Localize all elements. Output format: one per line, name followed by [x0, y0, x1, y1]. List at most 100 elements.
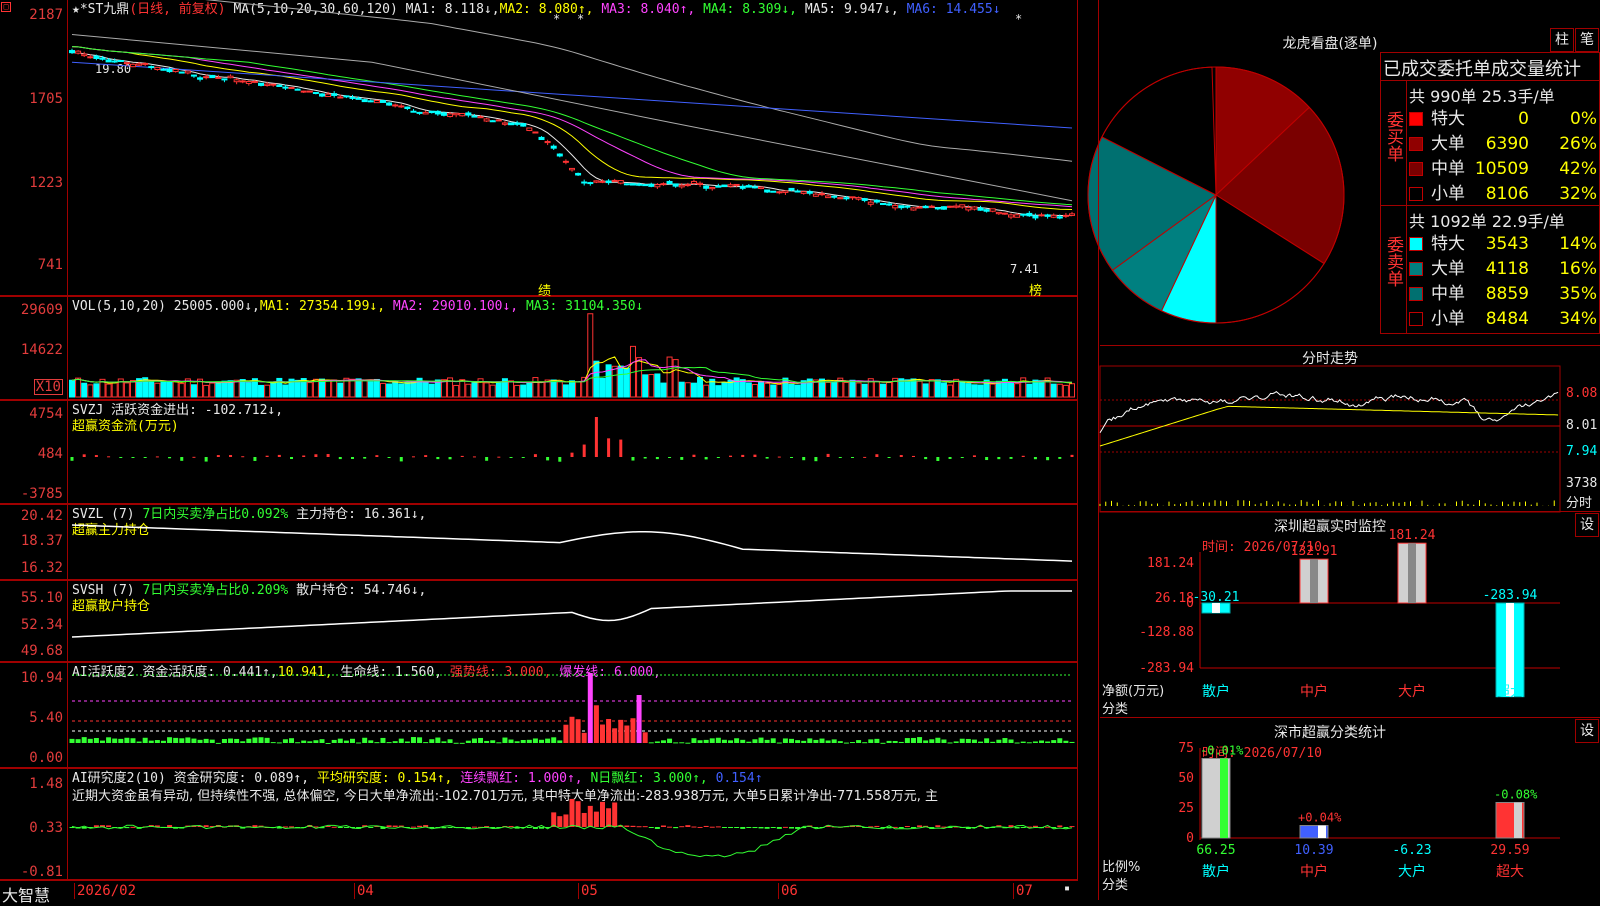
activity-bar: [587, 673, 593, 743]
activity-bar: [1002, 738, 1008, 743]
fund-flow-bar: [777, 456, 781, 458]
ai-activity-panel[interactable]: 10.94 5.40 0.00 AI活跃度2 资金活跃度: 0.441↑,10.…: [0, 662, 1078, 768]
activity-bar: [289, 738, 295, 743]
activity-bar: [209, 739, 215, 743]
candle-body: [178, 71, 185, 74]
lock-icon[interactable]: ▪: [1064, 883, 1070, 894]
fund-flow-bar: [94, 455, 98, 457]
svzl-chart[interactable]: [0, 505, 1078, 581]
activity-bar: [996, 739, 1002, 743]
volume-bar: [758, 380, 765, 398]
x-axis-bar[interactable]: 大智慧 2026/02 04 05 06 07 ▪: [0, 880, 1078, 905]
activity-bar: [953, 741, 959, 743]
research-bar: [709, 826, 715, 828]
activity-bar: [606, 718, 612, 743]
sc-bar-chart[interactable]: 75 50 25 0 -0.01% 66.25 散户 +0.04% 10.39 中户 -6.23 大户…: [1100, 718, 1600, 900]
row-name: 中单: [1431, 159, 1465, 179]
row-name: 特大: [1431, 234, 1465, 254]
lhb-stats-table: 已成交委托单成交量统计 委买单 共 990单 25.3手/单 特大 0 0% 大…: [1380, 52, 1600, 334]
volume-bar: [190, 384, 197, 398]
activity-bar: [801, 740, 807, 743]
fund-flow-bar: [570, 452, 574, 457]
sc-value-label: -6.23: [1392, 843, 1431, 858]
volume-bar: [1050, 383, 1057, 398]
activity-bar: [593, 705, 599, 743]
activity-bar: [703, 739, 709, 743]
x-label: 04: [354, 883, 374, 899]
research-bar: [746, 827, 752, 828]
candle-body: [1062, 214, 1069, 217]
ai-activity-chart[interactable]: [0, 663, 1078, 769]
sc-stats-panel[interactable]: 深市超赢分类统计 设 时间: 2026/07/10 比例% 分类 75 50 25 0…: [1100, 718, 1600, 900]
sz-value-label: 132.91: [1291, 544, 1338, 559]
fund-flow-bar: [143, 457, 147, 458]
svsh-chart[interactable]: [0, 581, 1078, 663]
row-vol: 6390: [1485, 134, 1529, 154]
activity-bar: [545, 738, 551, 743]
sc-y-label: 25: [1178, 801, 1194, 816]
candle-body: [928, 205, 935, 208]
volume-bar: [489, 384, 496, 398]
kline-panel[interactable]: 2187 1705 1223 741 □ ★*ST九鼎(日线, 前复权) MA(…: [0, 0, 1078, 299]
candle-body: [605, 180, 612, 184]
fenshi-chart[interactable]: [1099, 346, 1600, 513]
research-bar: [764, 827, 770, 829]
research-bar: [337, 827, 343, 828]
research-bar: [587, 805, 593, 827]
volume-bar: [922, 383, 929, 398]
sc-category-label: 中户: [1300, 863, 1328, 880]
sc-change-label: +0.04%: [1298, 811, 1342, 825]
volume-bar: [721, 382, 728, 398]
ai-research-panel[interactable]: 1.48 0.33 -0.81 AI研究度2(10) 资金研究度: 0.089↑…: [0, 768, 1078, 880]
sz-monitor-panel[interactable]: 深圳超赢实时监控 设 时间: 2026/07/10 净额(万元) 分类 181.…: [1100, 512, 1600, 718]
candle-body: [459, 113, 466, 117]
activity-bar: [563, 724, 569, 743]
row-pct: 0%: [1570, 109, 1597, 129]
activity-bar: [898, 741, 904, 743]
volume-bar: [367, 381, 374, 398]
sc-value-label: 29.59: [1490, 843, 1529, 858]
candle-body: [288, 86, 295, 89]
candle-body: [831, 195, 838, 198]
svzl-panel[interactable]: 20.42 18.37 16.32 SVZL (7) 7日内买卖净占比0.092…: [0, 504, 1078, 580]
candle-body: [447, 113, 454, 117]
row-name: 中单: [1431, 284, 1465, 304]
research-avg-line: [71, 824, 1073, 858]
kline-chart[interactable]: [0, 0, 1078, 296]
lhb-panel[interactable]: 龙虎看盘(逐单) 柱 笔 已成交委托单成交量统计 委买单 共 990单 25.3…: [1087, 0, 1600, 346]
activity-bar: [1032, 741, 1038, 743]
volume-bar: [69, 379, 75, 398]
fund-flow-bar: [314, 454, 318, 457]
research-bar: [697, 826, 703, 828]
brand-logo[interactable]: 大智慧: [2, 882, 50, 906]
fund-flow-bar: [436, 457, 440, 460]
svsh-panel[interactable]: 55.10 52.34 49.68 SVSH (7) 7日内买卖净占比0.209…: [0, 580, 1078, 662]
candle-body: [87, 56, 94, 59]
volume-bar: [75, 377, 82, 398]
svzj-chart[interactable]: [0, 401, 1078, 505]
research-bar: [642, 826, 648, 828]
activity-bar: [514, 741, 520, 743]
activity-bar: [179, 738, 185, 743]
activity-bar: [673, 742, 679, 744]
volume-panel[interactable]: 29609 14622 X10 VOL(5,10,20) 25005.000↓,…: [0, 296, 1078, 400]
candle-body: [892, 204, 899, 209]
activity-bar: [160, 740, 166, 743]
candle-body: [148, 66, 155, 69]
sz-bar-chart[interactable]: 181.2426.180-128.88-283.94-30.21散户132.91…: [1100, 512, 1600, 718]
svzj-panel[interactable]: 4754 484 -3785 SVZJ 活跃资金进出: -102.712↓, 超…: [0, 400, 1078, 504]
volume-chart[interactable]: [0, 297, 1078, 401]
color-swatch: [1409, 237, 1423, 251]
candle-body: [489, 120, 496, 123]
candle-body: [672, 183, 679, 187]
fund-flow-bar: [582, 444, 586, 457]
sc-category-label: 大户: [1398, 863, 1426, 880]
candle-body: [404, 106, 411, 109]
activity-bar: [1063, 740, 1069, 743]
volume-bar: [1026, 383, 1033, 398]
activity-bar: [130, 738, 136, 743]
activity-bar: [776, 742, 782, 744]
ai-research-chart[interactable]: [0, 769, 1078, 881]
candle-body: [1001, 212, 1008, 215]
fenshi-panel[interactable]: 分时走势 8.08 8.01 7.94 3738 分时: [1099, 346, 1600, 513]
